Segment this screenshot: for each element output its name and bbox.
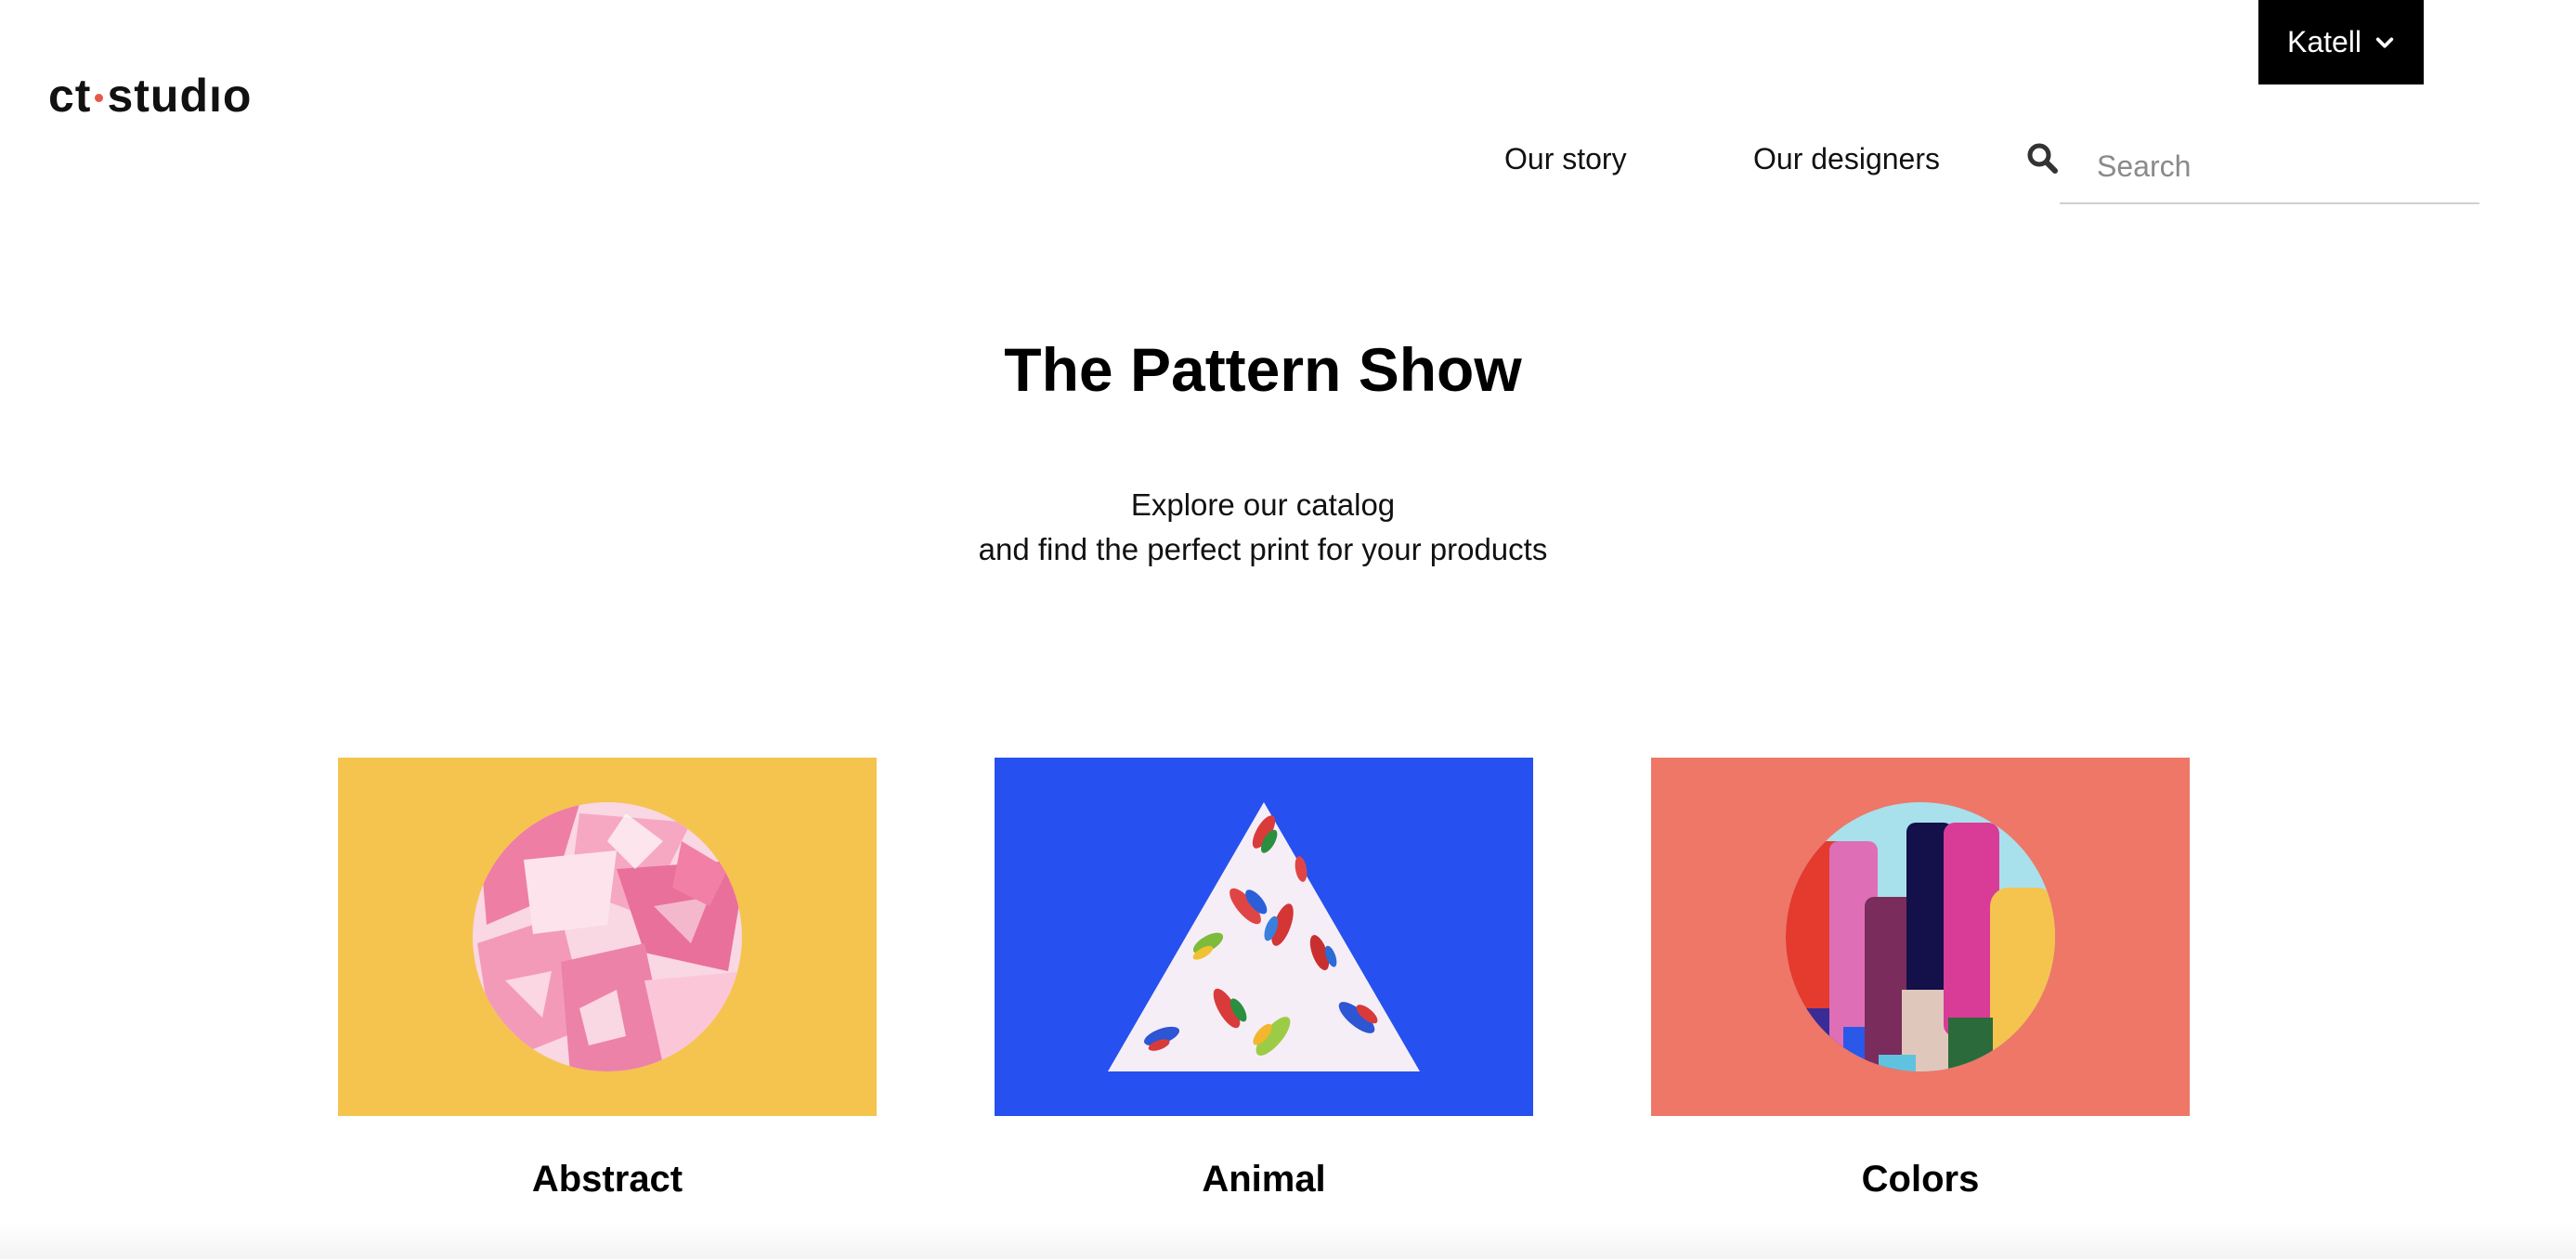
category-card-colors[interactable]: Colors [1651, 758, 2190, 1201]
category-label-abstract[interactable]: Abstract [338, 1159, 877, 1201]
user-menu-button[interactable]: Katell [2258, 0, 2424, 84]
chevron-down-icon [2375, 37, 2394, 47]
search-input[interactable] [2060, 130, 2479, 204]
logo-text-studio: studıo [107, 70, 253, 122]
nav-link-our-designers[interactable]: Our designers [1753, 136, 1940, 182]
subtitle-line-1: Explore our catalog [1130, 487, 1396, 522]
nav-link-our-story[interactable]: Our story [1504, 136, 1627, 182]
bottom-fade [0, 1222, 2576, 1259]
category-image-abstract[interactable] [338, 758, 877, 1116]
category-image-colors[interactable] [1651, 758, 2190, 1116]
category-label-animal[interactable]: Animal [995, 1159, 1533, 1201]
category-card-abstract[interactable]: Abstract [338, 758, 877, 1201]
category-label-colors[interactable]: Colors [1651, 1159, 2190, 1201]
subtitle-line-2: and find the perfect print for your prod… [978, 532, 1548, 566]
page-title: The Pattern Show [1004, 335, 1522, 404]
search-icon[interactable] [2026, 142, 2060, 175]
logo-dot [95, 93, 104, 102]
site-logo[interactable]: ct studıo [48, 69, 252, 123]
category-card-animal[interactable]: Animal [995, 758, 1533, 1201]
logo-text-ct: ct [48, 70, 92, 122]
user-menu-label: Katell [2286, 25, 2362, 58]
page-subtitle: Explore our catalog and find the perfect… [0, 483, 2526, 572]
category-image-animal[interactable] [995, 758, 1533, 1116]
